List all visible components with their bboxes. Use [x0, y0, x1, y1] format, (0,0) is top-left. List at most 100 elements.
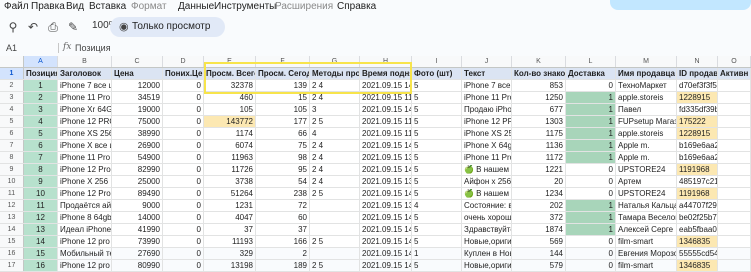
table-cell[interactable]: 26900	[112, 140, 163, 151]
table-cell[interactable]: 2 5	[310, 260, 360, 271]
table-cell[interactable]: 5	[412, 92, 462, 103]
row-number[interactable]: 12	[0, 200, 24, 211]
menu-view[interactable]: Вид	[66, 1, 84, 12]
table-cell[interactable]: 2 4	[310, 176, 360, 187]
table-cell[interactable]: 2021.09.15 14:5	[360, 164, 412, 175]
table-cell[interactable]: 2	[256, 248, 310, 259]
table-cell[interactable]: 37	[204, 224, 256, 235]
table-cell[interactable]: 2021.09.15 14:1	[360, 80, 412, 91]
table-cell[interactable]: 2 5	[310, 188, 360, 199]
row-number[interactable]: 9	[0, 164, 24, 175]
table-cell[interactable]: 144	[512, 248, 566, 259]
table-cell[interactable]: 11	[24, 200, 58, 211]
table-cell[interactable]: 0	[566, 80, 616, 91]
table-cell[interactable]: 0	[566, 164, 616, 175]
table-cell[interactable]: 3	[310, 104, 360, 115]
table-cell[interactable]: 1221	[512, 164, 566, 175]
row-number[interactable]: 15	[0, 236, 24, 247]
table-cell[interactable]: 4047	[204, 212, 256, 223]
table-cell[interactable]: be02f25b7ff4962e1c94d	[677, 212, 718, 223]
menu-format[interactable]: Формат	[131, 1, 167, 12]
table-cell[interactable]: 15	[256, 92, 310, 103]
table-cell[interactable]: 1175	[512, 128, 566, 139]
formula-input[interactable]: Позиция	[75, 43, 111, 53]
table-cell[interactable]: iPhone 8 64gb C	[58, 212, 112, 223]
table-cell[interactable]: 1	[566, 152, 616, 163]
table-cell[interactable]: a44707f29db0b81f0ada2a	[677, 200, 718, 211]
table-cell[interactable]: 27690	[112, 248, 163, 259]
table-cell[interactable]: 4	[412, 200, 462, 211]
table-cell[interactable]: iPhone 12 pro 5	[58, 260, 112, 271]
search-icon[interactable]: ⚲	[4, 18, 22, 36]
table-cell[interactable]: 2021.09.15 14:3	[360, 260, 412, 271]
table-cell[interactable]: 4	[24, 116, 58, 127]
row-number[interactable]: 5	[0, 116, 24, 127]
column-header-n[interactable]: N	[677, 56, 718, 67]
table-cell[interactable]: 4	[310, 128, 360, 139]
table-cell[interactable]	[310, 248, 360, 259]
table-cell[interactable]: iPhone 11 Pro 25	[58, 92, 112, 103]
table-cell[interactable]: 485197c21d1ec41fed3cb	[677, 176, 718, 187]
menu-edit[interactable]: Правка	[31, 1, 65, 12]
table-cell[interactable]: 5	[412, 128, 462, 139]
header-cell[interactable]: Методы прод	[310, 68, 360, 79]
header-cell[interactable]: Кол-во знаков	[512, 68, 566, 79]
table-cell[interactable]: 1191968	[677, 164, 718, 175]
table-cell[interactable]: apple.storeis	[616, 128, 677, 139]
table-cell[interactable]: iPhone 11 Pro 25	[462, 92, 512, 103]
table-cell[interactable]: 1	[566, 116, 616, 127]
table-cell[interactable]: 14000	[112, 212, 163, 223]
table-cell[interactable]: 80990	[112, 260, 163, 271]
table-cell[interactable]: 0	[163, 176, 204, 187]
row-number[interactable]: 8	[0, 152, 24, 163]
table-cell[interactable]: 143772	[204, 116, 256, 127]
table-cell[interactable]: 3	[24, 104, 58, 115]
table-cell[interactable]: 1	[566, 140, 616, 151]
table-cell[interactable]: 2021.09.15 14:1	[360, 104, 412, 115]
table-cell[interactable]: 1250	[512, 92, 566, 103]
table-cell[interactable]: 1	[566, 212, 616, 223]
table-cell[interactable]: 0	[163, 260, 204, 271]
table-cell[interactable]: iPhone 12 pro 1	[58, 236, 112, 247]
table-cell[interactable]: Продаю iPhone	[462, 104, 512, 115]
table-cell[interactable]: 579	[512, 260, 566, 271]
table-cell[interactable]: 5	[412, 104, 462, 115]
table-cell[interactable]: 1	[566, 200, 616, 211]
table-cell[interactable]	[310, 224, 360, 235]
table-cell[interactable]	[718, 92, 751, 103]
table-cell[interactable]: 1346835	[677, 236, 718, 247]
table-cell[interactable]: 2021.09.15 13:0	[360, 200, 412, 211]
table-cell[interactable]: 11726	[204, 164, 256, 175]
table-cell[interactable]	[310, 212, 360, 223]
table-cell[interactable]: 73990	[112, 236, 163, 247]
table-cell[interactable]: 2 4	[310, 92, 360, 103]
table-cell[interactable]: 0	[566, 260, 616, 271]
table-cell[interactable]: iPhone X 256	[58, 176, 112, 187]
table-cell[interactable]: 2021.09.15 14:0	[360, 248, 412, 259]
table-cell[interactable]: 0	[163, 164, 204, 175]
menu-data[interactable]: Данные	[178, 1, 214, 12]
column-header-k[interactable]: K	[512, 56, 566, 67]
table-cell[interactable]: 0	[163, 236, 204, 247]
table-cell[interactable]	[718, 80, 751, 91]
view-only-chip[interactable]: ◉ Только просмотр	[110, 17, 225, 37]
table-cell[interactable]: 5	[412, 212, 462, 223]
table-cell[interactable]: 75000	[112, 116, 163, 127]
header-cell[interactable]: Имя продавца	[616, 68, 677, 79]
table-cell[interactable]: 202	[512, 200, 566, 211]
table-cell[interactable]	[718, 104, 751, 115]
table-cell[interactable]: d70ef3f3f54f5cf7d682687	[677, 80, 718, 91]
table-cell[interactable]: 2021.09.15 14:0	[360, 140, 412, 151]
name-box[interactable]: A1	[6, 43, 17, 53]
table-cell[interactable]: 2 4	[310, 140, 360, 151]
column-header-b[interactable]: B	[58, 56, 112, 67]
table-cell[interactable]: 98	[256, 152, 310, 163]
table-cell[interactable]: b169e6aa25bf8582d81aa	[677, 140, 718, 151]
table-cell[interactable]: 🍏 В нашем ма	[462, 188, 512, 199]
table-cell[interactable]: 2021.09.15 11:1	[360, 116, 412, 127]
table-cell[interactable]: Алексей Серге	[616, 224, 677, 235]
table-cell[interactable]: 55555cd5422cb3020b127	[677, 248, 718, 259]
table-cell[interactable]: 1231	[204, 200, 256, 211]
table-cell[interactable]: 15	[24, 248, 58, 259]
table-cell[interactable]: iPhone 7 все цв	[462, 80, 512, 91]
